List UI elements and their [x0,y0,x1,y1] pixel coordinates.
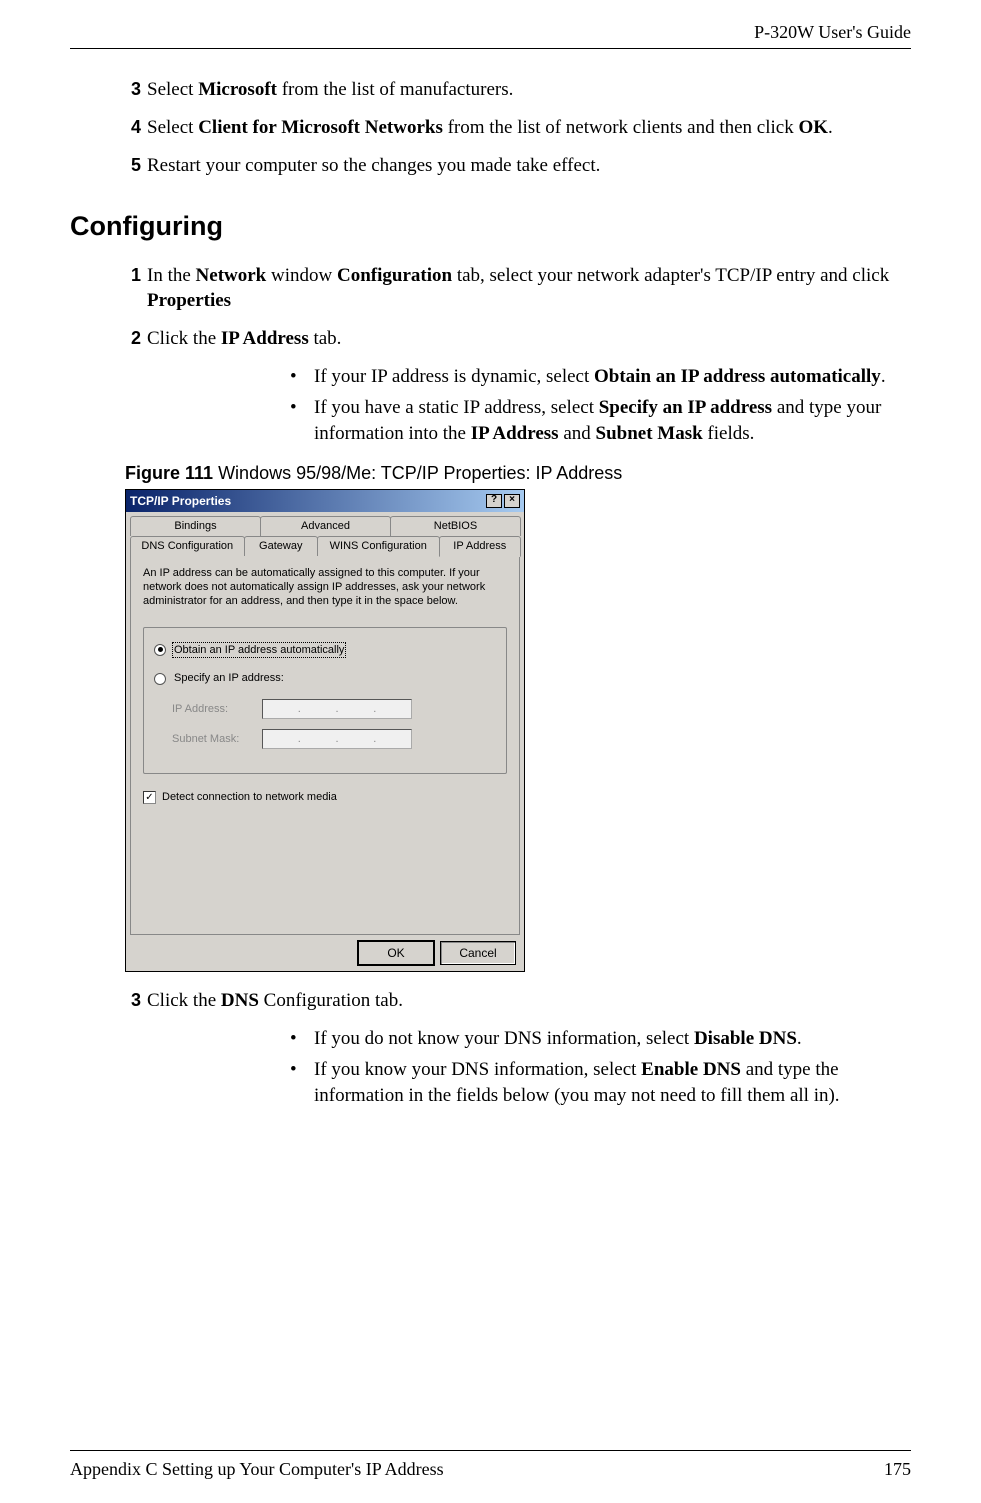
tab-pane-ip-address: An IP address can be automatically assig… [130,555,520,935]
step-4: 4 Select Client for Microsoft Networks f… [125,115,911,141]
bullet-text: If your IP address is dynamic, select Ob… [314,364,886,390]
radio-label: Specify an IP address: [172,670,286,687]
bullet-item: • If you know your DNS information, sele… [290,1057,911,1108]
bullet-item: • If you do not know your DNS informatio… [290,1026,911,1052]
step-3: 3 Select Microsoft from the list of manu… [125,77,911,103]
radio-icon [154,673,166,685]
bullet-marker: • [290,1057,314,1108]
figure-caption: Figure 111 Windows 95/98/Me: TCP/IP Prop… [125,461,911,485]
cancel-button[interactable]: Cancel [440,941,516,965]
figure-caption-text: Windows 95/98/Me: TCP/IP Properties: IP … [213,463,622,483]
step-number: 3 [125,988,147,1014]
ip-address-label: IP Address: [172,702,262,717]
bullet-item: • If you have a static IP address, selec… [290,395,911,446]
bullet-marker: • [290,364,314,390]
radio-icon [154,644,166,656]
bullet-marker: • [290,395,314,446]
ip-address-row: IP Address: ... [172,699,496,719]
step-text: Select Client for Microsoft Networks fro… [147,115,906,141]
ip-address-field[interactable]: ... [262,699,412,719]
bullet-item: • If your IP address is dynamic, select … [290,364,911,390]
section-heading: Configuring [70,208,911,244]
tab-advanced[interactable]: Advanced [260,516,391,536]
step-text: In the Network window Configuration tab,… [147,263,906,314]
footer-page-number: 175 [884,1457,911,1481]
dialog-titlebar: TCP/IP Properties ? × [126,490,524,512]
tab-dns-configuration[interactable]: DNS Configuration [130,536,245,556]
doc-title: P-320W User's Guide [754,22,911,42]
subnet-mask-row: Subnet Mask: ... [172,729,496,749]
step-number: 1 [125,263,147,314]
step-text: Restart your computer so the changes you… [147,153,906,179]
tab-wins-configuration[interactable]: WINS Configuration [317,536,440,556]
footer-appendix: Appendix C Setting up Your Computer's IP… [70,1457,444,1481]
step-number: 5 [125,153,147,179]
tab-netbios[interactable]: NetBIOS [390,516,521,536]
tabs-area: Bindings Advanced NetBIOS DNS Configurat… [126,512,524,935]
step-number: 2 [125,326,147,352]
bullet-text: If you do not know your DNS information,… [314,1026,802,1052]
radio-label: Obtain an IP address automatically [172,642,346,659]
step-text: Select Microsoft from the list of manufa… [147,77,906,103]
bullet-list-a: • If your IP address is dynamic, select … [290,364,911,447]
step-text: Click the IP Address tab. [147,326,906,352]
tab-bindings[interactable]: Bindings [130,516,261,536]
figure-label: Figure 111 [125,463,213,483]
radio-specify[interactable]: Specify an IP address: [154,670,496,687]
config-step-3: 3 Click the DNS Configuration tab. [125,988,911,1014]
ip-group: Obtain an IP address automatically Speci… [143,627,507,775]
page-content: 3 Select Microsoft from the list of manu… [70,77,911,1108]
close-button[interactable]: × [504,494,520,508]
dialog-buttons: OK Cancel [126,935,524,971]
page-footer: Appendix C Setting up Your Computer's IP… [70,1450,911,1481]
dialog-description: An IP address can be automatically assig… [143,566,507,609]
step-number: 3 [125,77,147,103]
dialog-title: TCP/IP Properties [130,493,231,509]
bullet-text: If you know your DNS information, select… [314,1057,911,1108]
ok-button[interactable]: OK [358,941,434,965]
step-number: 4 [125,115,147,141]
tab-gateway[interactable]: Gateway [244,536,318,556]
bullet-list-b: • If you do not know your DNS informatio… [290,1026,911,1109]
bullet-text: If you have a static IP address, select … [314,395,911,446]
tab-ip-address[interactable]: IP Address [439,536,521,557]
checkbox-label: Detect connection to network media [162,790,337,805]
checkbox-icon: ✓ [143,791,156,804]
tcpip-properties-dialog: TCP/IP Properties ? × Bindings Advanced … [125,489,525,972]
page-header: P-320W User's Guide [70,20,911,49]
config-step-2: 2 Click the IP Address tab. [125,326,911,352]
radio-obtain-auto[interactable]: Obtain an IP address automatically [154,642,496,659]
config-step-1: 1 In the Network window Configuration ta… [125,263,911,314]
bullet-marker: • [290,1026,314,1052]
help-button[interactable]: ? [486,494,502,508]
step-text: Click the DNS Configuration tab. [147,988,906,1014]
detect-connection-checkbox[interactable]: ✓ Detect connection to network media [143,790,507,805]
subnet-mask-label: Subnet Mask: [172,732,262,747]
subnet-mask-field[interactable]: ... [262,729,412,749]
step-5: 5 Restart your computer so the changes y… [125,153,911,179]
